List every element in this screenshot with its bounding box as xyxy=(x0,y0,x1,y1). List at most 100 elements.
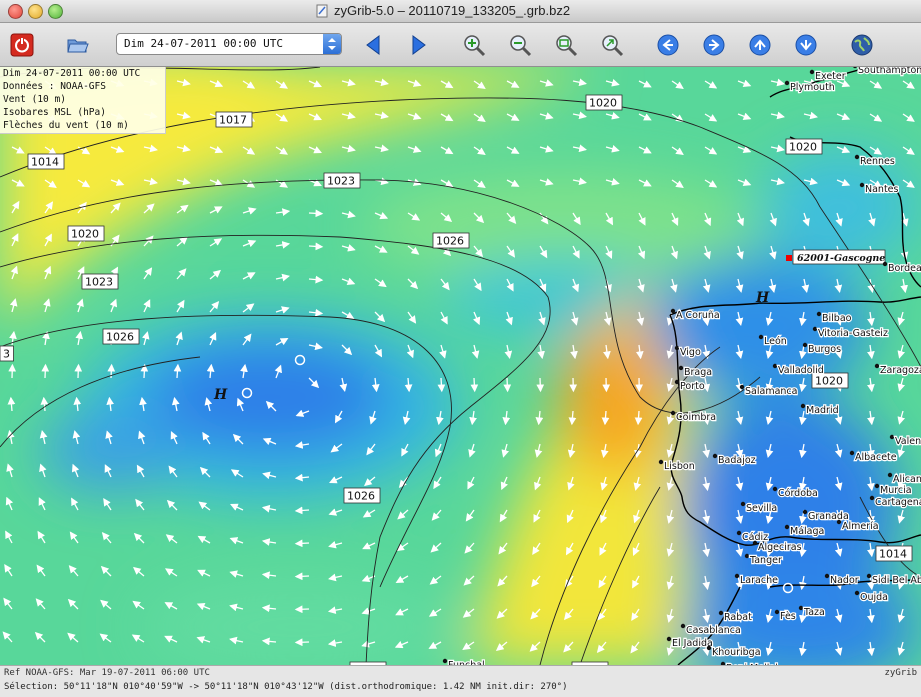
city-dot xyxy=(659,460,663,464)
wind-arrow xyxy=(638,411,639,424)
city-label: Braga xyxy=(684,367,712,378)
city-label: El Jadida xyxy=(672,638,713,649)
city-label: Taza xyxy=(803,607,825,618)
globe-icon[interactable] xyxy=(850,33,874,57)
city-dot xyxy=(713,454,717,458)
reference-time: Ref NOAA-GFS: Mar 19-07-2011 06:00 UTC xyxy=(4,668,210,678)
wind-arrow xyxy=(296,576,309,577)
zoom-fit-icon[interactable] xyxy=(554,33,578,57)
city-label: Valladolid xyxy=(778,365,824,376)
city-label: Nantes xyxy=(865,184,899,195)
city-dot xyxy=(813,327,817,331)
city-label: Southampton xyxy=(858,67,921,76)
city-label: Rennes xyxy=(860,156,895,167)
pan-up-icon[interactable] xyxy=(748,33,772,57)
isobar-label: 1026 xyxy=(347,490,375,503)
window-titlebar: zyGrib-5.0 – 20110719_133205_.grb.bz2 xyxy=(0,0,921,23)
date-select[interactable]: Dim 24-07-2011 00:00 UTC xyxy=(116,33,342,55)
city-dot xyxy=(870,496,874,500)
city-label: Lisbon xyxy=(664,461,695,472)
open-folder-icon[interactable] xyxy=(66,33,90,57)
wind-arrow xyxy=(296,510,309,511)
date-select-value: Dim 24-07-2011 00:00 UTC xyxy=(124,37,283,50)
app-brand: zyGrib xyxy=(884,668,917,678)
city-label: Rabat xyxy=(724,612,752,623)
window-title: zyGrib-5.0 – 20110719_133205_.grb.bz2 xyxy=(334,3,570,18)
power-icon[interactable] xyxy=(10,33,34,57)
isobar-label: 1020 xyxy=(789,141,817,154)
city-label: Cartagena xyxy=(875,497,921,508)
city-dot xyxy=(667,637,671,641)
city-dot xyxy=(883,262,887,266)
city-dot xyxy=(799,606,803,610)
city-label: Madrid xyxy=(806,405,839,416)
city-label: Oujda xyxy=(860,592,888,603)
zoom-in-icon[interactable] xyxy=(462,33,486,57)
legend-isobars: Isobares MSL (hPa) xyxy=(0,106,165,119)
city-dot xyxy=(888,473,892,477)
city-dot xyxy=(671,309,675,313)
city-dot xyxy=(875,364,879,368)
city-label: Fès xyxy=(780,611,796,622)
city-dot xyxy=(675,380,679,384)
isobar-label: 1020 xyxy=(589,97,617,110)
isobar-label: 1023 xyxy=(85,276,113,289)
zoom-area-icon[interactable] xyxy=(600,33,624,57)
city-label: Córdoba xyxy=(778,488,818,499)
prev-step-icon[interactable] xyxy=(362,33,386,57)
selection-readout: Sélection: 50°11'18"N 010°40'59"W -> 50°… xyxy=(4,682,568,692)
city-dot xyxy=(855,591,859,595)
legend-date: Dim 24-07-2011 00:00 UTC xyxy=(0,67,165,80)
station-marker[interactable]: 62001-Gascogne xyxy=(786,250,885,264)
chevron-updown-icon xyxy=(323,34,341,54)
wind-arrow xyxy=(540,378,541,391)
city-dot xyxy=(745,554,749,558)
city-dot xyxy=(785,81,789,85)
pan-right-icon[interactable] xyxy=(702,33,726,57)
wind-arrow xyxy=(111,365,112,378)
city-dot xyxy=(801,404,805,408)
isobar-label: 1020 xyxy=(815,375,843,388)
city-dot xyxy=(740,385,744,389)
pan-down-icon[interactable] xyxy=(794,33,818,57)
wind-arrow xyxy=(441,378,442,391)
city-dot xyxy=(803,510,807,514)
status-bar: Ref NOAA-GFS: Mar 19-07-2011 06:00 UTC z… xyxy=(0,665,921,697)
city-dot xyxy=(707,646,711,650)
zoom-window-button[interactable] xyxy=(48,4,63,19)
document-icon xyxy=(316,4,328,18)
isobar-label: 1026 xyxy=(436,235,464,248)
city-dot xyxy=(753,541,757,545)
city-dot xyxy=(875,484,879,488)
city-label: Albacete xyxy=(855,452,897,463)
minimize-window-button[interactable] xyxy=(28,4,43,19)
city-dot xyxy=(759,335,763,339)
city-label: Larache xyxy=(740,575,778,586)
city-dot xyxy=(719,611,723,615)
map-view[interactable]: 1020101710141023102010261023102610261020… xyxy=(0,67,921,665)
zoom-out-icon[interactable] xyxy=(508,33,532,57)
wind-arrow xyxy=(474,378,475,391)
city-dot xyxy=(803,343,807,347)
wind-arrow xyxy=(296,609,309,610)
city-dot xyxy=(850,451,854,455)
wind-map[interactable]: 1020101710141023102010261023102610261020… xyxy=(0,67,921,665)
map-legend: Dim 24-07-2011 00:00 UTC Données : NOAA-… xyxy=(0,67,166,134)
legend-wind: Vent (10 m) xyxy=(0,93,165,106)
station-label: 62001-Gascogne xyxy=(797,253,885,264)
city-label: A Coruña xyxy=(676,310,720,321)
legend-arrows: Flèches du vent (10 m) xyxy=(0,119,165,132)
pan-left-icon[interactable] xyxy=(656,33,680,57)
isobar-label: 1014 xyxy=(879,548,907,561)
city-dot xyxy=(773,364,777,368)
city-dot xyxy=(837,520,841,524)
close-window-button[interactable] xyxy=(8,4,23,19)
high-pressure-center: H xyxy=(755,290,770,306)
city-label: Bordeaux xyxy=(888,263,921,274)
next-step-icon[interactable] xyxy=(406,33,430,57)
isobar-label: 1026 xyxy=(106,331,134,344)
city-label: Salamanca xyxy=(745,386,797,397)
city-label: Exeter xyxy=(815,71,846,82)
wind-arrow xyxy=(296,642,309,643)
city-label: Burgos xyxy=(808,344,841,355)
